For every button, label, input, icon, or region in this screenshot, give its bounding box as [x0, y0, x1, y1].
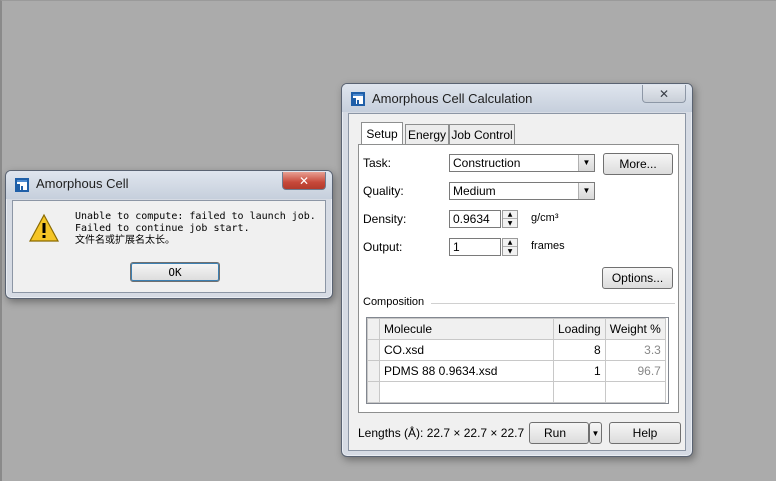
chevron-down-icon: ▼ — [578, 183, 594, 199]
app-icon — [351, 92, 365, 106]
tab-label: Job Control — [451, 127, 513, 142]
task-value: Construction — [453, 156, 521, 170]
output-label: Output: — [363, 240, 403, 254]
column-header-loading[interactable]: Loading — [553, 318, 606, 340]
output-spinner[interactable]: ▲ ▼ — [502, 238, 518, 256]
task-label: Task: — [363, 156, 392, 170]
close-button[interactable]: ✕ — [282, 172, 326, 190]
calculation-dialog-title: Amorphous Cell Calculation — [372, 91, 533, 106]
calculation-dialog-titlebar[interactable]: Amorphous Cell Calculation ✕ — [342, 84, 692, 112]
calculation-dialog-window: Amorphous Cell Calculation ✕ Setup Energ… — [341, 83, 693, 457]
density-label: Density: — [363, 212, 407, 226]
run-dropdown-button[interactable]: ▼ — [589, 422, 602, 444]
setup-tab-page: Task: Construction ▼ More... Quality: Me… — [358, 144, 679, 413]
calculation-dialog-body: Setup Energy Job Control Task: Construct… — [348, 113, 686, 451]
quality-select[interactable]: Medium ▼ — [449, 182, 595, 200]
close-icon: ✕ — [298, 173, 310, 188]
chevron-down-icon: ▼ — [591, 428, 600, 438]
composition-table: Molecule Loading Weight % CO.xsd 8 3.3 P… — [367, 318, 666, 403]
row-header[interactable] — [367, 360, 380, 382]
tab-job-control[interactable]: Job Control — [449, 124, 515, 144]
column-header-molecule[interactable]: Molecule — [379, 318, 554, 340]
row-header[interactable] — [367, 339, 380, 361]
tab-setup[interactable]: Setup — [361, 122, 403, 144]
weight-cell: 3.3 — [604, 339, 666, 361]
output-input[interactable]: 1 — [449, 238, 501, 256]
row-header[interactable] — [367, 381, 380, 403]
table-row[interactable]: PDMS 88 0.9634.xsd 1 96.7 — [367, 360, 666, 382]
molecule-cell[interactable]: CO.xsd — [379, 339, 554, 361]
loading-cell[interactable]: 8 — [553, 339, 606, 361]
column-header-weight[interactable]: Weight % — [604, 318, 666, 340]
density-input[interactable]: 0.9634 — [449, 210, 501, 228]
tab-strip: Setup Energy Job Control — [361, 122, 681, 144]
ok-button[interactable]: OK — [130, 262, 220, 282]
task-select[interactable]: Construction ▼ — [449, 154, 595, 172]
composition-divider — [431, 303, 675, 304]
table-header-row: Molecule Loading Weight % — [367, 318, 666, 340]
spin-down-icon[interactable]: ▼ — [503, 219, 517, 227]
message-box-body: Unable to compute: failed to launch job.… — [12, 200, 326, 293]
app-icon — [15, 178, 29, 192]
molecule-cell[interactable] — [379, 381, 554, 403]
run-button[interactable]: Run — [529, 422, 589, 444]
message-box-titlebar[interactable]: Amorphous Cell ✕ — [6, 171, 332, 199]
table-row[interactable]: CO.xsd 8 3.3 — [367, 339, 666, 361]
composition-label: Composition — [363, 296, 425, 308]
message-line: Failed to continue job start. — [75, 223, 250, 234]
close-icon: ✕ — [658, 86, 670, 101]
more-button-label: More... — [619, 157, 657, 171]
lengths-readout: Lengths (Å): 22.7 × 22.7 × 22.7 — [358, 426, 525, 440]
composition-table-frame: Molecule Loading Weight % CO.xsd 8 3.3 P… — [366, 317, 669, 404]
quality-value: Medium — [453, 184, 496, 198]
help-button-label: Help — [632, 426, 658, 440]
density-unit: g/cm³ — [531, 212, 559, 224]
tab-label: Setup — [366, 126, 398, 141]
run-button-label: Run — [544, 426, 567, 440]
chevron-down-icon: ▼ — [578, 155, 594, 171]
warning-icon — [28, 213, 60, 242]
density-spinner[interactable]: ▲ ▼ — [502, 210, 518, 228]
density-value: 0.9634 — [453, 212, 490, 226]
loading-cell[interactable] — [553, 381, 606, 403]
table-row[interactable] — [367, 381, 666, 403]
options-button-label: Options... — [611, 271, 664, 285]
output-unit: frames — [531, 240, 565, 252]
message-text: Unable to compute: failed to launch job.… — [75, 211, 316, 247]
output-value: 1 — [453, 240, 460, 254]
row-header-corner — [367, 318, 380, 340]
close-button[interactable]: ✕ — [642, 85, 686, 103]
message-box-title: Amorphous Cell — [36, 176, 129, 191]
ok-button-label: OK — [168, 265, 182, 279]
quality-label: Quality: — [363, 184, 404, 198]
spin-up-icon[interactable]: ▲ — [503, 211, 517, 219]
tab-label: Energy — [407, 127, 447, 142]
help-button[interactable]: Help — [609, 422, 681, 444]
molecule-cell[interactable]: PDMS 88 0.9634.xsd — [379, 360, 554, 382]
message-box-window: Amorphous Cell ✕ Unable to compute: fail… — [5, 170, 333, 299]
tab-energy[interactable]: Energy — [405, 124, 449, 144]
spin-down-icon[interactable]: ▼ — [503, 247, 517, 255]
spin-up-icon[interactable]: ▲ — [503, 239, 517, 247]
more-button[interactable]: More... — [603, 153, 673, 175]
weight-cell — [604, 381, 666, 403]
message-line: Unable to compute: failed to launch job. — [75, 211, 316, 222]
message-line: 文件名或扩展名太长。 — [75, 235, 175, 246]
options-button[interactable]: Options... — [602, 267, 673, 289]
weight-cell: 96.7 — [604, 360, 666, 382]
loading-cell[interactable]: 1 — [553, 360, 606, 382]
